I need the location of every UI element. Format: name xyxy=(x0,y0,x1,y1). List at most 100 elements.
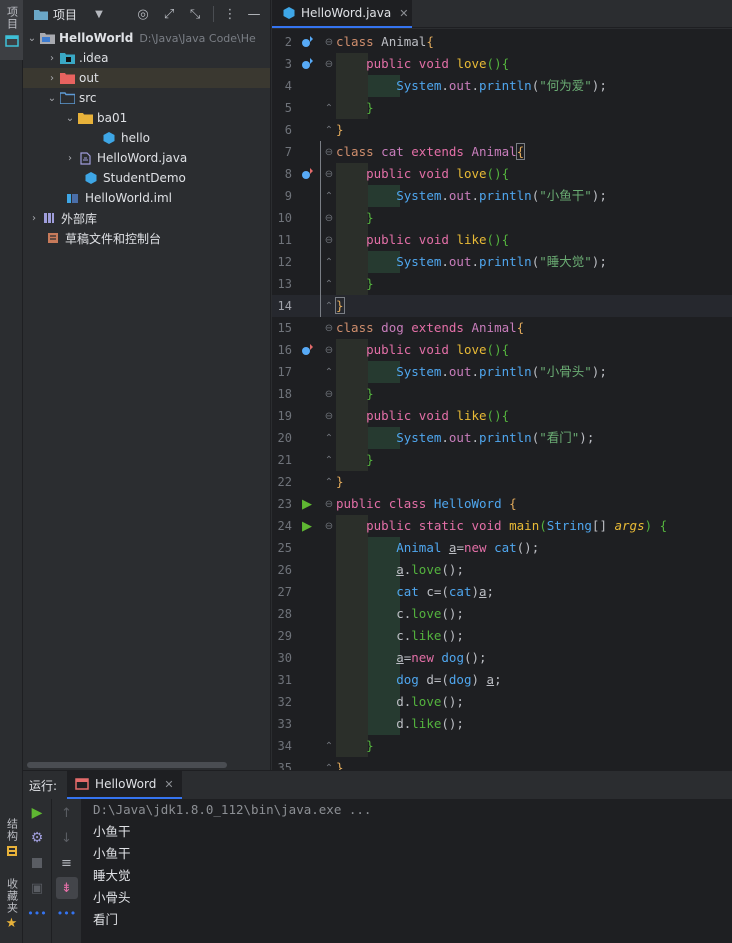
implemented-method-icon[interactable] xyxy=(299,56,315,72)
fold-open-icon[interactable]: ⊖ xyxy=(324,234,334,246)
tree-item-external-libraries[interactable]: › 外部库 xyxy=(23,208,270,228)
console-output-line: 睡大觉 xyxy=(93,868,131,883)
locate-target-icon[interactable]: ◎ xyxy=(133,4,153,24)
overrides-method-icon[interactable] xyxy=(299,166,315,182)
hide-panel-icon[interactable]: — xyxy=(244,4,264,24)
fold-open-icon[interactable]: ⊖ xyxy=(324,36,334,48)
run-gutter-icon[interactable]: ▶ xyxy=(299,518,315,534)
settings-button[interactable]: ⚙ xyxy=(26,827,48,849)
chevron-right-icon[interactable]: › xyxy=(45,73,59,84)
project-tool-tab[interactable]: 项目 xyxy=(0,0,23,60)
code-line: System.out.println("小鱼干"); xyxy=(334,185,732,207)
scroll-down-button[interactable]: ↓ xyxy=(56,827,78,849)
line-number: 34 xyxy=(277,739,292,753)
tree-item-helloworld-iml[interactable]: HelloWorld.iml xyxy=(23,188,270,208)
fold-end-icon[interactable]: ⌃ xyxy=(324,256,334,268)
fold-end-icon[interactable]: ⌃ xyxy=(324,432,334,444)
favorites-tool-tab-label: 收藏夹 xyxy=(5,878,19,914)
console-output-line: 小骨头 xyxy=(93,890,131,905)
soft-wrap-button[interactable]: ≡ xyxy=(56,852,78,874)
project-tree: ⌄ HelloWorld D:\Java\Java Code\He › .ide… xyxy=(23,28,270,248)
run-gutter-icon[interactable]: ▶ xyxy=(299,496,315,512)
line-number: 3 xyxy=(284,57,292,71)
fold-end-icon[interactable]: ⌃ xyxy=(324,300,334,312)
tab-run-helloword[interactable]: HelloWord ✕ xyxy=(67,771,182,799)
tree-item-out[interactable]: › out xyxy=(23,68,270,88)
code-area[interactable]: class Animal{ public void love(){ System… xyxy=(334,29,732,770)
line-number: 32 xyxy=(277,695,292,709)
line-number: 7 xyxy=(284,145,292,159)
horizontal-scrollbar[interactable] xyxy=(27,762,227,768)
fold-end-icon[interactable]: ⌃ xyxy=(324,102,334,114)
fold-open-icon[interactable]: ⊖ xyxy=(324,410,334,422)
project-toolbar: 项目 ▼ ◎ ⤢ ⤡ ⋮ — xyxy=(23,0,270,28)
fold-open-icon[interactable]: ⊖ xyxy=(324,388,334,400)
tree-item-label: HelloWorld.iml xyxy=(85,191,172,205)
run-toolbar-secondary: ↑ ↓ ≡ ⇟ ••• xyxy=(51,799,81,943)
tree-item-ba01[interactable]: ⌄ ba01 xyxy=(23,108,270,128)
favorites-tool-tab[interactable]: 收藏夹 ★ xyxy=(0,878,23,931)
tree-item-helloword-java[interactable]: › HelloWord.java xyxy=(23,148,270,168)
code-line: } xyxy=(336,474,344,489)
code-editor[interactable]: 2 ⊖ 3 ⊖ 4 5 ⌃ 6 ⌃ 7 ⊖ 8 ⊖ 9 ⌃ 10 ⊖ 11 ⊖ 12 ⌃ 13 ⌃ 14 ⌃ 15 ⊖ 16 ⊖ 17 ⌃ 1… xyxy=(272,29,732,770)
chevron-right-icon[interactable]: › xyxy=(45,53,59,64)
more-button[interactable]: ••• xyxy=(56,902,78,924)
wrap-icon: ≡ xyxy=(61,855,72,871)
fold-open-icon[interactable]: ⊖ xyxy=(324,146,334,158)
fold-open-icon[interactable]: ⊖ xyxy=(324,58,334,70)
tree-item-src[interactable]: ⌄ src xyxy=(23,88,270,108)
fold-end-icon[interactable]: ⌃ xyxy=(324,190,334,202)
class-icon xyxy=(101,131,117,145)
scroll-up-button[interactable]: ↑ xyxy=(56,802,78,824)
fold-end-icon[interactable]: ⌃ xyxy=(324,740,334,752)
tab-helloword-java[interactable]: HelloWord.java ✕ xyxy=(272,0,412,28)
line-number: 11 xyxy=(277,233,292,247)
fold-open-icon[interactable]: ⊖ xyxy=(324,520,334,532)
fold-open-icon[interactable]: ⊖ xyxy=(324,168,334,180)
chevron-right-icon[interactable]: › xyxy=(27,213,41,224)
fold-end-icon[interactable]: ⌃ xyxy=(324,476,334,488)
code-line: public void like(){ xyxy=(334,229,732,251)
close-icon[interactable]: ✕ xyxy=(164,778,173,791)
tree-item-idea[interactable]: › .idea xyxy=(23,48,270,68)
line-number: 23 xyxy=(277,497,292,511)
more-options-icon[interactable]: ⋮ xyxy=(220,4,240,24)
fold-end-icon[interactable]: ⌃ xyxy=(324,124,334,136)
tree-item-hello[interactable]: hello xyxy=(23,128,270,148)
fold-end-icon[interactable]: ⌃ xyxy=(324,278,334,290)
structure-tool-tab[interactable]: 结构 xyxy=(0,818,23,857)
line-number: 28 xyxy=(277,607,292,621)
overrides-method-icon[interactable] xyxy=(299,342,315,358)
scroll-to-end-button[interactable]: ⇟ xyxy=(55,877,78,899)
project-view-icon xyxy=(34,10,48,20)
fold-open-icon[interactable]: ⊖ xyxy=(324,498,334,510)
project-view-selector[interactable]: 项目 xyxy=(53,6,77,23)
line-number: 18 xyxy=(277,387,292,401)
close-icon[interactable]: ✕ xyxy=(399,7,408,20)
fold-end-icon[interactable]: ⌃ xyxy=(324,366,334,378)
chevron-down-icon[interactable]: ⌄ xyxy=(25,33,39,44)
chevron-down-icon[interactable]: ▼ xyxy=(89,4,109,24)
implemented-method-icon[interactable] xyxy=(299,34,315,50)
more-button[interactable]: ••• xyxy=(26,902,48,924)
chevron-down-icon[interactable]: ⌄ xyxy=(45,93,59,104)
fold-open-icon[interactable]: ⊖ xyxy=(324,322,334,334)
fold-open-icon[interactable]: ⊖ xyxy=(324,212,334,224)
code-line: c.love(); xyxy=(334,603,732,625)
screenshot-button[interactable]: ▣ xyxy=(26,877,48,899)
tree-item-studentdemo[interactable]: StudentDemo xyxy=(23,168,270,188)
fold-end-icon[interactable]: ⌃ xyxy=(324,762,334,771)
chevron-right-icon[interactable]: › xyxy=(63,153,77,164)
rerun-button[interactable]: ▶ xyxy=(26,802,48,824)
stop-button[interactable] xyxy=(26,852,48,874)
chevron-down-icon[interactable]: ⌄ xyxy=(63,113,77,124)
tree-item-helloworld[interactable]: ⌄ HelloWorld D:\Java\Java Code\He xyxy=(23,28,270,48)
console-output[interactable]: D:\Java\jdk1.8.0_112\bin\java.exe ... 小鱼… xyxy=(81,799,732,943)
line-number: 12 xyxy=(277,255,292,269)
fold-open-icon[interactable]: ⊖ xyxy=(324,344,334,356)
collapse-all-icon[interactable]: ⤡ xyxy=(185,4,205,24)
expand-all-icon[interactable]: ⤢ xyxy=(159,4,179,24)
tree-item-scratches[interactable]: 草稿文件和控制台 xyxy=(23,228,270,248)
idea-folder-icon xyxy=(59,51,75,65)
fold-end-icon[interactable]: ⌃ xyxy=(324,454,334,466)
